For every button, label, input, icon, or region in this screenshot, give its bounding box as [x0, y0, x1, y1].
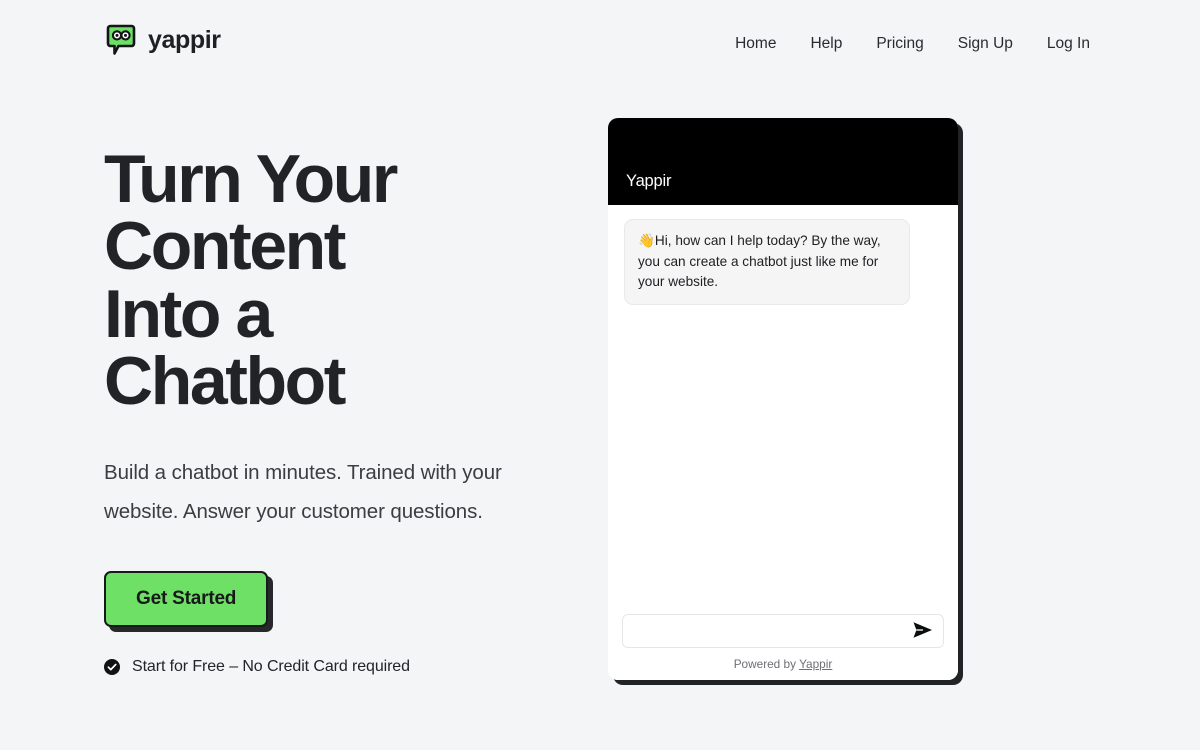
chat-widget-title: Yappir [626, 172, 672, 190]
brand-logo-link[interactable]: yappir [104, 23, 221, 57]
nav-item-pricing[interactable]: Pricing [876, 32, 923, 56]
send-paper-plane-icon [912, 620, 934, 643]
chat-message-list: 👋Hi, how can I help today? By the way, y… [608, 205, 958, 614]
chat-input-row[interactable] [622, 614, 944, 648]
cta-wrapper: Get Started [104, 571, 604, 628]
hero-title-line-3: Into a [104, 275, 273, 352]
powered-by: Powered by Yappir [622, 657, 944, 672]
chat-widget-footer: Powered by Yappir [608, 614, 958, 680]
chat-bubble-face-icon [104, 23, 138, 57]
nav-item-home[interactable]: Home [735, 32, 776, 56]
chat-message-input[interactable] [623, 615, 943, 647]
brand-name: yappir [148, 25, 221, 54]
get-started-button[interactable]: Get Started [104, 571, 269, 628]
chat-widget-header: Yappir [608, 118, 958, 205]
nav-item-help[interactable]: Help [810, 32, 842, 56]
hero-title-line-2: Content [104, 208, 346, 285]
main-nav: Home Help Pricing Sign Up Log In [735, 32, 1090, 56]
send-message-button[interactable] [911, 620, 935, 642]
check-circle-icon [104, 659, 120, 676]
chat-widget: Yappir 👋Hi, how can I help today? By the… [608, 118, 958, 680]
hero-title-line-4: Chatbot [104, 342, 346, 419]
nav-item-log-in[interactable]: Log In [1047, 32, 1090, 56]
powered-by-link[interactable]: Yappir [799, 657, 832, 671]
chat-message-bot: 👋Hi, how can I help today? By the way, y… [624, 219, 910, 305]
nav-item-sign-up[interactable]: Sign Up [958, 32, 1013, 56]
cta-note-text: Start for Free – No Credit Card required [132, 658, 410, 676]
powered-by-prefix: Powered by [733, 657, 800, 671]
site-header: yappir Home Help Pricing Sign Up Log In [0, 0, 1200, 88]
hero-subtitle: Build a chatbot in minutes. Trained with… [104, 461, 502, 524]
hero-section: Turn Your Content Into a Chatbot Build a… [104, 141, 604, 677]
hero-title-line-1: Turn Your [104, 141, 398, 217]
page-title: Turn Your Content Into a Chatbot [104, 141, 604, 419]
cta-note: Start for Free – No Credit Card required [104, 657, 604, 677]
